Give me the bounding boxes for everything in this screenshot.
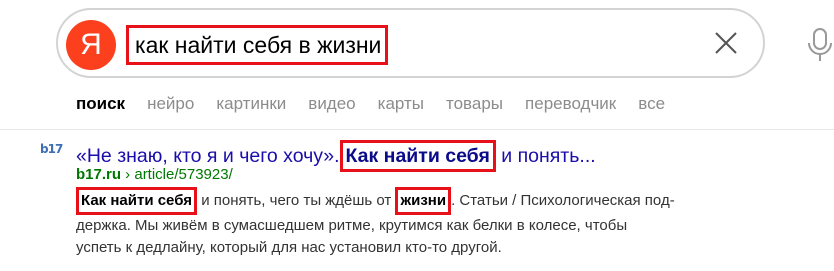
close-icon[interactable] <box>712 29 740 57</box>
result-title-end: и понять... <box>501 145 596 167</box>
snippet-text-1: и понять, чего ты ждёшь от <box>197 192 396 209</box>
snippet-highlight-2: жизни <box>395 187 452 215</box>
yandex-logo[interactable]: Я <box>66 20 116 70</box>
search-input[interactable] <box>126 25 388 65</box>
site-favicon-icon: b17 <box>40 142 63 156</box>
result-url-domain: b17.ru <box>76 166 122 183</box>
tab-neuro[interactable]: нейро <box>147 94 194 120</box>
result-title-start: «Не знаю, кто я и чего хочу». <box>76 145 340 167</box>
snippet-text-2: . Статьи / Психологическая под- <box>451 192 675 209</box>
tab-search[interactable]: поиск <box>76 94 125 120</box>
result-snippet: Как найти себя и понять, чего ты ждёшь о… <box>76 187 756 259</box>
snippet-line-1: Как найти себя и понять, чего ты ждёшь о… <box>76 187 756 215</box>
tab-video[interactable]: видео <box>308 94 355 120</box>
microphone-icon[interactable] <box>806 27 834 63</box>
tab-maps[interactable]: карты <box>378 94 424 120</box>
result-title-highlight: Как найти себя <box>339 140 496 172</box>
result-url-link[interactable]: b17.ru › article/573923/ <box>76 166 233 183</box>
result-url-path: › article/573923/ <box>121 166 233 183</box>
tab-all[interactable]: все <box>638 94 665 120</box>
tab-products[interactable]: товары <box>446 94 503 120</box>
tab-images[interactable]: картинки <box>216 94 286 120</box>
snippet-highlight-1: Как найти себя <box>76 187 198 215</box>
snippet-line-3: успеть к дедлайну, который для нас устан… <box>76 239 502 256</box>
search-tabs: поиск нейро картинки видео карты товары … <box>76 94 687 120</box>
snippet-line-2: держка. Мы живём в сумасшедшем ритме, кр… <box>76 217 628 234</box>
tabs-divider <box>0 129 834 130</box>
tab-translator[interactable]: переводчик <box>525 94 616 120</box>
